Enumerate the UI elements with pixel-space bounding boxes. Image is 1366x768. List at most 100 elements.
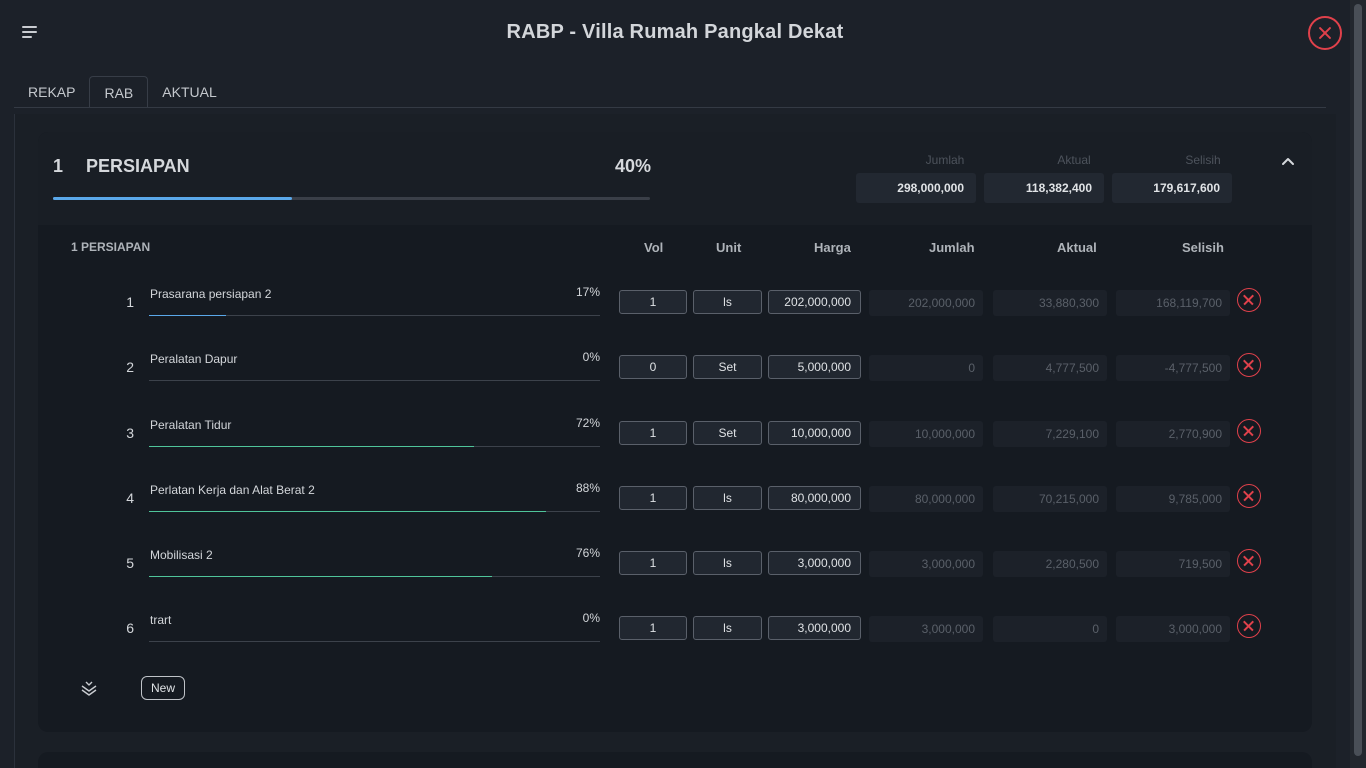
jumlah-value: 10,000,000 — [869, 421, 983, 447]
table-row: 1 Prasarana persiapan 2 17% 1 ls 202,000… — [38, 268, 1312, 333]
header: RABP - Villa Rumah Pangkal Dekat — [0, 0, 1350, 66]
row-number: 5 — [126, 555, 134, 571]
jumlah-value: 3,000,000 — [869, 551, 983, 577]
delete-row-icon[interactable] — [1237, 353, 1261, 377]
row-item-name[interactable]: Mobilisasi 2 — [150, 548, 213, 562]
column-header-unit: Unit — [716, 240, 742, 255]
column-header-aktual: Aktual — [1057, 240, 1097, 255]
row-item-name[interactable]: trart — [150, 613, 171, 627]
delete-row-icon[interactable] — [1237, 614, 1261, 638]
selisih-value: 168,119,700 — [1116, 290, 1230, 316]
row-percent: 88% — [575, 481, 600, 495]
row-number: 2 — [126, 359, 134, 375]
aktual-value: 2,280,500 — [993, 551, 1107, 577]
tab-rekap[interactable]: REKAP — [14, 76, 89, 108]
summary-selisih-label: Selisih — [1185, 153, 1221, 167]
tab-aktual[interactable]: AKTUAL — [148, 76, 230, 108]
row-progress-bar — [149, 511, 600, 512]
tabs-divider — [14, 107, 1326, 108]
unit-input[interactable]: ls — [693, 616, 762, 640]
summary-aktual-value: 118,382,400 — [984, 173, 1104, 203]
close-icon[interactable] — [1308, 16, 1342, 50]
unit-input[interactable]: Set — [693, 355, 762, 379]
aktual-value: 7,229,100 — [993, 421, 1107, 447]
summary-aktual-label: Aktual — [1057, 153, 1091, 167]
unit-input[interactable]: Set — [693, 421, 762, 445]
delete-row-icon[interactable] — [1237, 549, 1261, 573]
row-item-name[interactable]: Perlatan Kerja dan Alat Berat 2 — [150, 483, 315, 497]
jumlah-value: 3,000,000 — [869, 616, 983, 642]
row-progress-bar — [149, 315, 600, 316]
row-progress-fill — [149, 511, 546, 512]
page-title: RABP - Villa Rumah Pangkal Dekat — [506, 21, 844, 43]
selisih-value: 719,500 — [1116, 551, 1230, 577]
row-progress-fill — [149, 576, 492, 577]
next-section-card[interactable] — [38, 752, 1312, 768]
section-progress-bar — [53, 197, 650, 200]
delete-row-icon[interactable] — [1237, 288, 1261, 312]
vol-input[interactable]: 1 — [619, 486, 687, 510]
column-header-jumlah: Jumlah — [929, 240, 975, 255]
selisih-value: 2,770,900 — [1116, 421, 1230, 447]
harga-input[interactable]: 10,000,000 — [768, 421, 861, 445]
vol-input[interactable]: 1 — [619, 551, 687, 575]
scrollbar[interactable] — [1350, 0, 1366, 768]
vol-input[interactable]: 1 — [619, 421, 687, 445]
aktual-value: 33,880,300 — [993, 290, 1107, 316]
row-progress-bar — [149, 380, 600, 381]
table-row: 4 Perlatan Kerja dan Alat Berat 2 88% 1 … — [38, 464, 1312, 529]
unit-input[interactable]: ls — [693, 486, 762, 510]
harga-input[interactable]: 80,000,000 — [768, 486, 861, 510]
column-header-harga: Harga — [814, 240, 851, 255]
row-progress-bar — [149, 446, 600, 447]
selisih-value: -4,777,500 — [1116, 355, 1230, 381]
row-percent: 72% — [575, 416, 600, 430]
row-percent: 0% — [582, 350, 600, 364]
harga-input[interactable]: 5,000,000 — [768, 355, 861, 379]
row-percent: 17% — [575, 285, 600, 299]
harga-input[interactable]: 202,000,000 — [768, 290, 861, 314]
vol-input[interactable]: 0 — [619, 355, 687, 379]
unit-input[interactable]: ls — [693, 290, 762, 314]
vol-input[interactable]: 1 — [619, 290, 687, 314]
jumlah-value: 0 — [869, 355, 983, 381]
vol-input[interactable]: 1 — [619, 616, 687, 640]
new-item-button[interactable]: New — [141, 676, 186, 700]
row-number: 6 — [126, 620, 134, 636]
section-name: PERSIAPAN — [86, 156, 190, 176]
harga-input[interactable]: 3,000,000 — [768, 551, 861, 575]
tab-bar: REKAP RAB AKTUAL — [14, 76, 231, 108]
harga-input[interactable]: 3,000,000 — [768, 616, 861, 640]
section-card: 1 PERSIAPAN 40% Jumlah Aktual Selisih 29… — [38, 132, 1312, 732]
row-number: 3 — [126, 425, 134, 441]
row-item-name[interactable]: Prasarana persiapan 2 — [150, 287, 271, 301]
row-item-name[interactable]: Peralatan Tidur — [150, 418, 231, 432]
tab-rab[interactable]: RAB — [89, 76, 149, 108]
table-row: 3 Peralatan Tidur 72% 1 Set 10,000,000 1… — [38, 399, 1312, 464]
table-row: 6 trart 0% 1 ls 3,000,000 3,000,000 0 3,… — [38, 594, 1312, 659]
table-row: 5 Mobilisasi 2 76% 1 ls 3,000,000 3,000,… — [38, 529, 1312, 594]
column-header-selisih: Selisih — [1182, 240, 1224, 255]
expand-all-chevrons-icon[interactable] — [78, 678, 100, 698]
delete-row-icon[interactable] — [1237, 419, 1261, 443]
table-row: 2 Peralatan Dapur 0% 0 Set 5,000,000 0 4… — [38, 333, 1312, 398]
jumlah-value: 80,000,000 — [869, 486, 983, 512]
scrollbar-thumb[interactable] — [1354, 4, 1362, 756]
section-header[interactable]: 1 PERSIAPAN 40% Jumlah Aktual Selisih 29… — [38, 132, 1312, 225]
unit-input[interactable]: ls — [693, 551, 762, 575]
group-title: 1 PERSIAPAN — [71, 240, 151, 254]
aktual-value: 70,215,000 — [993, 486, 1107, 512]
column-header-vol: Vol — [644, 240, 664, 255]
aktual-value: 0 — [993, 616, 1107, 642]
section-percent: 40% — [615, 156, 652, 176]
row-item-name[interactable]: Peralatan Dapur — [150, 352, 237, 366]
row-percent: 0% — [582, 611, 600, 625]
chevron-up-icon[interactable] — [1280, 154, 1296, 168]
aktual-value: 4,777,500 — [993, 355, 1107, 381]
delete-row-icon[interactable] — [1237, 484, 1261, 508]
selisih-value: 9,785,000 — [1116, 486, 1230, 512]
row-progress-fill — [149, 315, 226, 316]
row-number: 4 — [126, 490, 134, 506]
row-number: 1 — [126, 294, 134, 310]
row-progress-bar — [149, 576, 600, 577]
